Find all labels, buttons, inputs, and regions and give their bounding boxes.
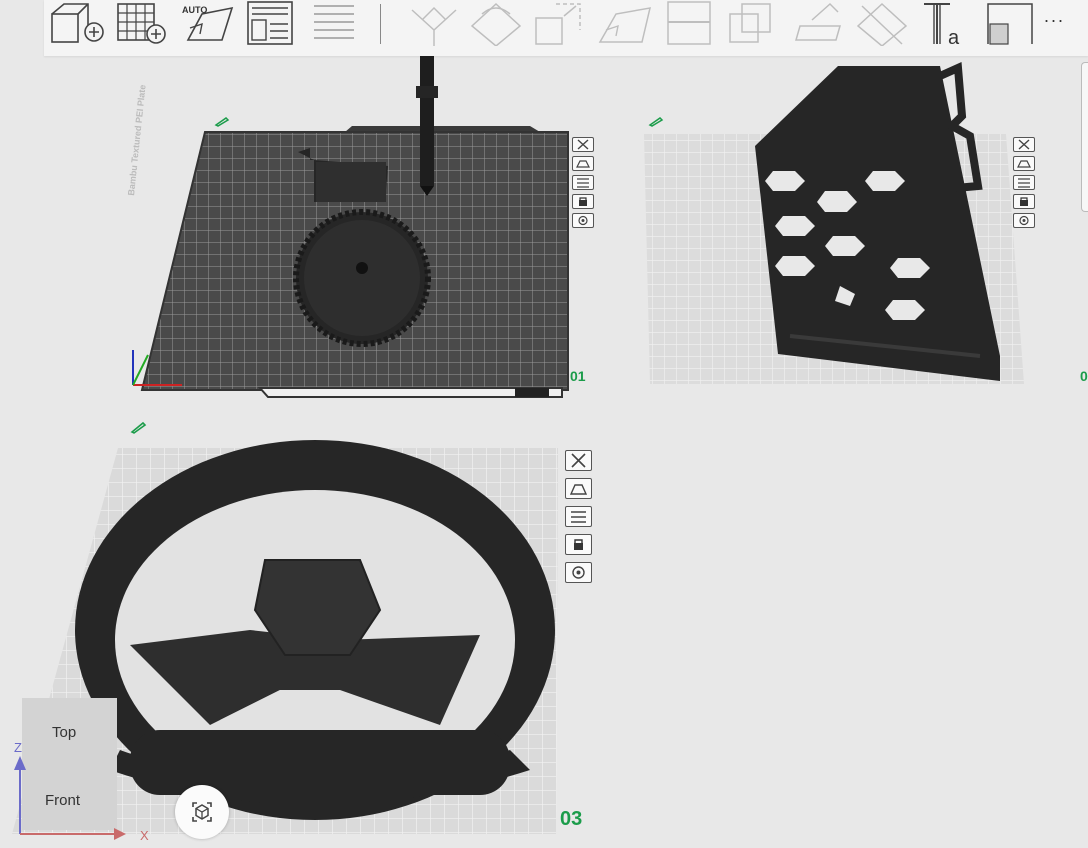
text-tool-button[interactable]: a xyxy=(920,0,970,46)
z-axis-arrow-icon xyxy=(14,756,26,770)
plate-2-number: 02 xyxy=(1080,368,1088,384)
plate-3-settings-icon[interactable] xyxy=(565,562,592,583)
arrange-button[interactable] xyxy=(246,0,296,46)
plate-2-lock-icon[interactable] xyxy=(1013,194,1035,209)
arrange-icon xyxy=(247,1,293,45)
svg-text:a: a xyxy=(948,27,960,46)
plate-2-settings-icon[interactable] xyxy=(1013,213,1035,228)
boolean-button[interactable] xyxy=(726,0,776,46)
rotate-icon xyxy=(470,2,522,46)
camera-view-button[interactable] xyxy=(175,785,229,839)
toolbar-separator xyxy=(380,4,381,44)
seam-paint-button[interactable] xyxy=(854,0,910,46)
rotate-button[interactable] xyxy=(468,0,524,46)
nozzle-icon xyxy=(416,56,438,196)
add-plate-icon xyxy=(117,3,166,44)
text-tool-icon: a xyxy=(924,3,960,46)
plate-1-tools xyxy=(572,137,594,228)
plate-2-tools xyxy=(1013,137,1035,228)
z-axis-label: Z xyxy=(14,740,22,755)
add-cube-icon xyxy=(51,3,104,43)
plate-1-close-icon[interactable] xyxy=(572,137,594,152)
plate-3-tools xyxy=(565,450,592,583)
plate-3-lock-icon[interactable] xyxy=(565,534,592,555)
plate-3-steering-wheel-model[interactable] xyxy=(75,440,555,820)
add-cube-button[interactable] xyxy=(48,0,106,46)
plate-1-view[interactable] xyxy=(100,110,620,410)
plate-2-close-icon[interactable] xyxy=(1013,137,1035,152)
lay-on-face-icon xyxy=(598,7,651,43)
move-button[interactable] xyxy=(404,0,464,46)
add-plate-button[interactable] xyxy=(116,0,172,46)
layers-button[interactable] xyxy=(312,0,356,46)
support-paint-icon xyxy=(795,2,841,41)
measure-icon xyxy=(987,3,1033,45)
auto-orient-button[interactable]: AUTO xyxy=(178,0,234,46)
boolean-icon xyxy=(729,3,771,43)
auto-orient-icon: AUTO xyxy=(182,5,234,41)
plate-1-number: 01 xyxy=(570,368,586,384)
seam-paint-icon xyxy=(856,2,908,46)
plate-1-front-dark xyxy=(515,388,549,397)
plate-1-edit-icon[interactable] xyxy=(214,114,230,132)
plate-1-arrange-icon[interactable] xyxy=(572,175,594,190)
plate-1-lock-icon[interactable] xyxy=(572,194,594,209)
main-toolbar: AUTO a ... xyxy=(44,0,1088,56)
plate-3-number: 03 xyxy=(560,808,583,830)
support-paint-button[interactable] xyxy=(790,0,846,46)
plate-1-settings-icon[interactable] xyxy=(572,213,594,228)
lay-on-face-button[interactable] xyxy=(596,0,652,46)
measure-button[interactable] xyxy=(986,0,1036,46)
layers-icon xyxy=(314,5,354,39)
cut-icon xyxy=(667,1,711,45)
plate-2-edit-icon[interactable] xyxy=(648,114,664,132)
plate-2-arrange-icon[interactable] xyxy=(1013,175,1035,190)
plate-3-arrange-icon[interactable] xyxy=(565,506,592,527)
scale-icon xyxy=(535,3,581,45)
view-axes xyxy=(14,756,126,840)
cut-button[interactable] xyxy=(664,0,714,46)
x-axis-label: X xyxy=(140,828,149,843)
camera-cube-icon xyxy=(192,802,212,822)
plate-3-edit-icon[interactable] xyxy=(130,420,148,439)
x-axis-arrow-icon xyxy=(114,828,126,840)
view-cube-top-face[interactable]: Top xyxy=(52,724,76,741)
plate-3-orient-icon[interactable] xyxy=(565,478,592,499)
scale-button[interactable] xyxy=(534,0,584,46)
plate-1-orient-icon[interactable] xyxy=(572,156,594,171)
right-panel-handle[interactable] xyxy=(1081,62,1088,212)
plate-2-orient-icon[interactable] xyxy=(1013,156,1035,171)
more-tools-button[interactable]: ... xyxy=(1044,6,1065,27)
plate-3-close-icon[interactable] xyxy=(565,450,592,471)
move-icon xyxy=(411,6,457,46)
